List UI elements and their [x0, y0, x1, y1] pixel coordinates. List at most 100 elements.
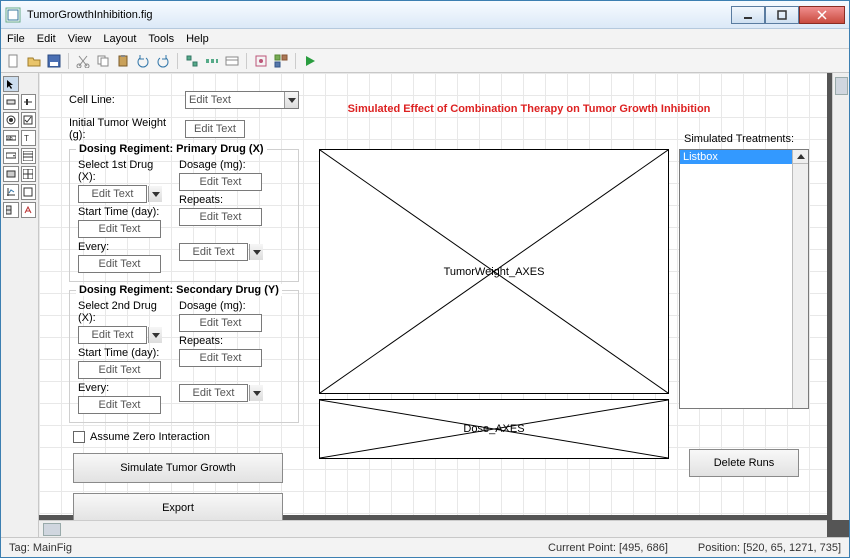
activex-tool-icon[interactable] [21, 202, 37, 218]
cut-icon[interactable] [74, 52, 92, 70]
paste-icon[interactable] [114, 52, 132, 70]
align-icon[interactable] [183, 52, 201, 70]
group-title: Dosing Regiment: Secondary Drug (Y) [76, 284, 282, 296]
cell-line-input[interactable] [185, 91, 299, 109]
dropdown-icon[interactable] [148, 186, 162, 202]
new-icon[interactable] [5, 52, 23, 70]
repeats2-label: Repeats: [179, 335, 264, 347]
open-icon[interactable] [25, 52, 43, 70]
separator [68, 53, 69, 69]
dose-axes[interactable]: Dose_AXES [319, 399, 669, 459]
canvas[interactable]: Cell Line: Initial Tumor Weight (g): Dos… [39, 73, 849, 537]
menu-layout[interactable]: Layout [103, 33, 136, 45]
dosage2-label: Dosage (mg): [179, 300, 264, 312]
pushbutton-tool-icon[interactable] [3, 94, 19, 110]
every2-input[interactable] [78, 396, 161, 414]
dropdown-icon[interactable] [148, 327, 162, 343]
every-unit1-input[interactable] [179, 243, 248, 261]
scroll-up-icon[interactable] [793, 150, 808, 164]
menu-help[interactable]: Help [186, 33, 209, 45]
dosage1-label: Dosage (mg): [179, 159, 264, 171]
select-drug2-label: Select 2nd Drug (X): [78, 300, 163, 324]
list-item[interactable]: Listbox [680, 150, 808, 164]
distribute-icon[interactable] [203, 52, 221, 70]
tumor-weight-axes[interactable]: TumorWeight_AXES [319, 149, 669, 394]
select-tool-icon[interactable] [3, 76, 19, 92]
select-drug1-input[interactable] [78, 185, 147, 203]
start-time2-label: Start Time (day): [78, 347, 163, 359]
every1-label: Every: [78, 241, 163, 253]
table-tool-icon[interactable] [21, 166, 37, 182]
menu-file[interactable]: File [7, 33, 25, 45]
status-position: Position: [520, 65, 1271, 735] [698, 542, 841, 554]
secondary-drug-group: Dosing Regiment: Secondary Drug (Y) Sele… [69, 290, 299, 423]
window-title: TumorGrowthInhibition.fig [27, 9, 731, 21]
repeats2-input[interactable] [179, 349, 262, 367]
buttongroup-tool-icon[interactable] [3, 202, 19, 218]
titlebar[interactable]: TumorGrowthInhibition.fig [1, 1, 849, 29]
menu-tools[interactable]: Tools [148, 33, 174, 45]
undo-icon[interactable] [134, 52, 152, 70]
close-button[interactable] [799, 6, 845, 24]
axes-tool-icon[interactable] [3, 184, 19, 200]
delete-runs-button[interactable]: Delete Runs [689, 449, 799, 477]
every-unit2-input[interactable] [179, 384, 248, 402]
edit-tool-icon[interactable]: ab [3, 130, 19, 146]
listbox-scrollbar[interactable] [792, 150, 808, 408]
assume-zero-checkbox[interactable] [73, 431, 85, 443]
app-window: TumorGrowthInhibition.fig File Edit View… [0, 0, 850, 558]
inspector-icon[interactable] [252, 52, 270, 70]
every1-input[interactable] [78, 255, 161, 273]
control-form: Cell Line: Initial Tumor Weight (g): Dos… [69, 91, 299, 533]
primary-drug-group: Dosing Regiment: Primary Drug (X) Select… [69, 149, 299, 282]
cell-line-label: Cell Line: [69, 94, 185, 106]
repeats1-label: Repeats: [179, 194, 264, 206]
menu-view[interactable]: View [68, 33, 92, 45]
dropdown-icon[interactable] [284, 92, 298, 108]
radio-tool-icon[interactable] [3, 112, 19, 128]
tumor-weight-input[interactable] [185, 120, 245, 138]
run-icon[interactable] [301, 52, 319, 70]
browser-icon[interactable] [272, 52, 290, 70]
redo-icon[interactable] [154, 52, 172, 70]
h-scrollbar[interactable] [39, 520, 827, 537]
separator [177, 53, 178, 69]
plot-title: Simulated Effect of Combination Therapy … [319, 103, 739, 115]
treatments-listbox[interactable]: Listbox [679, 149, 809, 409]
checkbox-tool-icon[interactable] [21, 112, 37, 128]
repeats1-input[interactable] [179, 208, 262, 226]
toggle-tool-icon[interactable] [3, 166, 19, 182]
svg-text:ab: ab [7, 136, 13, 142]
v-scrollbar[interactable] [832, 73, 849, 520]
status-tag: Tag: MainFig [9, 542, 72, 554]
app-icon [5, 7, 21, 23]
editor-icon[interactable] [223, 52, 241, 70]
workspace: ab T Cell Line: [1, 73, 849, 537]
group-title: Dosing Regiment: Primary Drug (X) [76, 143, 267, 155]
minimize-button[interactable] [731, 6, 765, 24]
select-drug2-input[interactable] [78, 326, 147, 344]
copy-icon[interactable] [94, 52, 112, 70]
menu-edit[interactable]: Edit [37, 33, 56, 45]
tumor-weight-label: Initial Tumor Weight (g): [69, 117, 185, 141]
dropdown-icon[interactable] [249, 244, 263, 260]
dropdown-icon[interactable] [249, 385, 263, 401]
text-tool-icon[interactable]: T [21, 130, 37, 146]
start-time2-input[interactable] [78, 361, 161, 379]
dosage2-input[interactable] [179, 314, 262, 332]
panel-tool-icon[interactable] [21, 184, 37, 200]
toolbar [1, 49, 849, 73]
export-button[interactable]: Export [73, 493, 283, 523]
simulate-button[interactable]: Simulate Tumor Growth [73, 453, 283, 483]
statusbar: Tag: MainFig Current Point: [495, 686] P… [1, 537, 849, 557]
popup-tool-icon[interactable] [3, 148, 19, 164]
slider-tool-icon[interactable] [21, 94, 37, 110]
status-current-point: Current Point: [495, 686] [548, 542, 668, 554]
start-time1-input[interactable] [78, 220, 161, 238]
save-icon[interactable] [45, 52, 63, 70]
figure-area: Cell Line: Initial Tumor Weight (g): Dos… [39, 73, 827, 515]
maximize-button[interactable] [765, 6, 799, 24]
palette: ab T [1, 73, 39, 537]
dosage1-input[interactable] [179, 173, 262, 191]
listbox-tool-icon[interactable] [21, 148, 37, 164]
